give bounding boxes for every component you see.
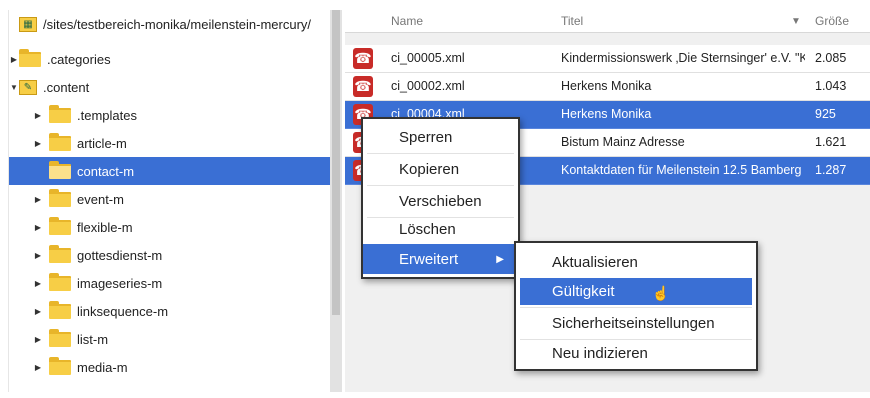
expand-arrow-icon[interactable]: ▶ — [9, 55, 19, 64]
scrollbar-thumb[interactable] — [332, 10, 340, 315]
tree-item-list-m[interactable]: ▶ list-m — [9, 325, 331, 353]
menu-item-sperren[interactable]: Sperren — [363, 122, 518, 152]
submenu-item-aktualisieren[interactable]: Aktualisieren — [520, 247, 752, 277]
tree-item-flexible-m[interactable]: ▶ flexible-m — [9, 213, 331, 241]
tree-item-event-m[interactable]: ▶ event-m — [9, 185, 331, 213]
contact-file-icon: ☎ — [353, 76, 373, 97]
tree-root-label: /sites/testbereich-monika/meilenstein-me… — [43, 16, 312, 32]
folder-icon — [49, 104, 71, 123]
tree-item-contact-m[interactable]: contact-m — [9, 157, 331, 185]
wrench-folder-icon: ✎ — [19, 79, 37, 95]
expand-arrow-icon[interactable]: ▶ — [33, 223, 43, 232]
tree-item-media-m[interactable]: ▶ media-m — [9, 353, 331, 381]
table-row[interactable]: ☎ ci_00005.xml Kindermissionswerk ‚Die S… — [345, 45, 870, 73]
tree-item-templates[interactable]: ▶ .templates — [9, 101, 331, 129]
tree-item-categories[interactable]: ▶ .categories — [9, 45, 331, 73]
site-root-icon: ▦ — [19, 16, 37, 32]
folder-icon — [49, 160, 71, 179]
expand-arrow-icon[interactable]: ▶ — [33, 363, 43, 372]
column-header-title[interactable]: Titel — [561, 14, 583, 28]
submenu-erweitert: Aktualisieren Gültigkeit Sicherheitseins… — [514, 241, 758, 371]
folder-icon — [49, 132, 71, 151]
tree-root-path[interactable]: ▦ /sites/testbereich-monika/meilenstein-… — [9, 10, 331, 38]
column-header-size[interactable]: Größe — [815, 14, 849, 28]
expand-arrow-icon[interactable]: ▶ — [33, 111, 43, 120]
collapse-arrow-icon[interactable]: ▼ — [9, 83, 19, 92]
menu-item-kopieren[interactable]: Kopieren — [363, 154, 518, 184]
expand-arrow-icon[interactable]: ▶ — [33, 251, 43, 260]
hand-cursor-icon: ☝ — [652, 285, 670, 301]
folder-icon — [49, 188, 71, 207]
tree-item-linksequence-m[interactable]: ▶ linksequence-m — [9, 297, 331, 325]
submenu-item-gueltigkeit[interactable]: Gültigkeit — [520, 278, 752, 305]
menu-item-verschieben[interactable]: Verschieben — [363, 186, 518, 216]
submenu-arrow-icon: ▶ — [496, 253, 504, 265]
expand-arrow-icon[interactable]: ▶ — [33, 279, 43, 288]
column-header-name[interactable]: Name — [391, 14, 423, 28]
folder-icon — [49, 216, 71, 235]
table-header: Name Titel ▼ Größe — [345, 10, 870, 33]
sort-desc-icon[interactable]: ▼ — [791, 16, 801, 27]
expand-arrow-icon[interactable]: ▶ — [33, 195, 43, 204]
table-row[interactable]: ☎ ci_00002.xml Herkens Monika 1.043 — [345, 73, 870, 101]
expand-arrow-icon[interactable]: ▶ — [33, 139, 43, 148]
context-menu: Sperren Kopieren Verschieben Löschen Erw… — [361, 117, 520, 279]
menu-item-erweitert[interactable]: Erweitert ▶ — [363, 244, 518, 274]
menu-item-erweitert-label: Erweitert — [399, 250, 459, 268]
expand-arrow-icon[interactable]: ▶ — [33, 335, 43, 344]
folder-icon — [49, 244, 71, 263]
folder-icon — [49, 356, 71, 375]
contact-file-icon: ☎ — [353, 48, 373, 69]
folder-icon — [19, 48, 41, 67]
expand-arrow-icon[interactable]: ▶ — [33, 307, 43, 316]
submenu-item-neu-indizieren[interactable]: Neu indizieren — [520, 338, 752, 368]
tree-scrollbar[interactable] — [330, 10, 342, 392]
folder-icon — [49, 328, 71, 347]
tree-item-gottesdienst-m[interactable]: ▶ gottesdienst-m — [9, 241, 331, 269]
folder-icon — [49, 272, 71, 291]
submenu-item-sicherheitseinstellungen[interactable]: Sicherheitseinstellungen — [520, 308, 752, 338]
tree-item-content[interactable]: ▼ ✎ .content — [9, 73, 331, 101]
tree-item-imageseries-m[interactable]: ▶ imageseries-m — [9, 269, 331, 297]
tree-item-article-m[interactable]: ▶ article-m — [9, 129, 331, 157]
menu-item-loeschen[interactable]: Löschen — [363, 214, 518, 244]
folder-tree: ▦ /sites/testbereich-monika/meilenstein-… — [8, 10, 331, 392]
folder-icon — [49, 300, 71, 319]
